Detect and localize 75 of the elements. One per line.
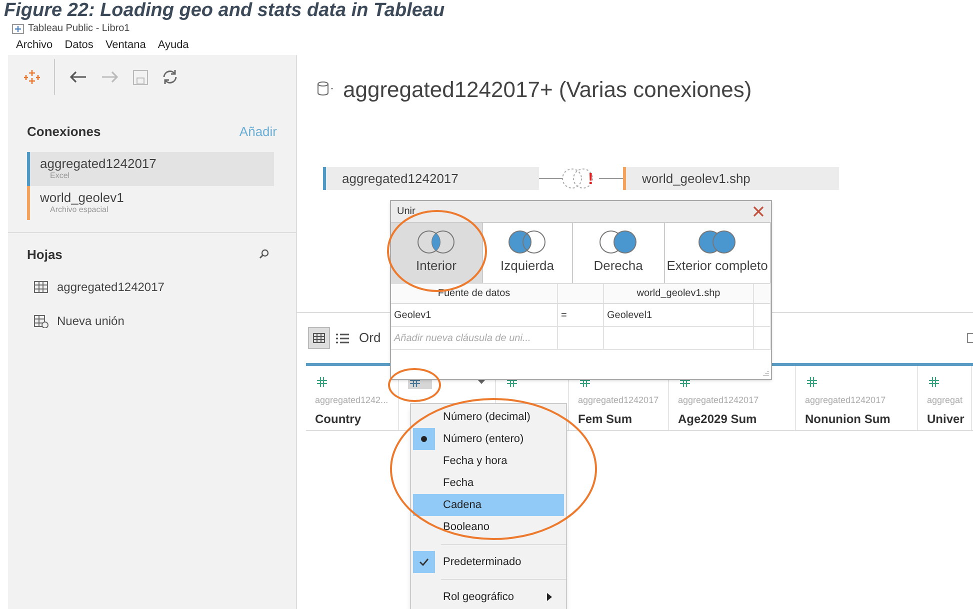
column-name[interactable]: Nonunion Sum <box>805 410 917 428</box>
table-cell-text: Geolev1 <box>394 308 432 322</box>
figure-caption: Figure 22: Loading geo and stats data in Tableau <box>3 0 446 22</box>
column-name[interactable]: Country <box>315 410 398 428</box>
app-icon <box>12 24 24 34</box>
close-icon <box>752 206 764 217</box>
menu-item[interactable]: Número (entero) <box>413 428 564 450</box>
hash-icon <box>317 376 327 386</box>
submenu-arrow-icon <box>547 593 552 601</box>
column-name[interactable]: Age2029 Sum <box>678 410 795 428</box>
join-table[interactable]: aggregated1242017 <box>323 167 539 190</box>
column-header: world_geolev1.shp <box>636 287 720 301</box>
section-heading: Conexiones <box>27 123 101 141</box>
join-table[interactable]: world_geolev1.shp <box>623 167 839 190</box>
menu-item[interactable]: Ayuda <box>158 36 189 54</box>
menu-item[interactable]: Número (decimal) <box>413 406 564 428</box>
sheet-item[interactable]: aggregated1242017 <box>8 270 296 304</box>
data-source-title: aggregated1242017+ (Varias conexiones) <box>343 76 752 104</box>
connection-type: Archivo espacial <box>49 205 110 215</box>
hash-icon <box>807 376 817 386</box>
connection-name: world_geolev1 <box>40 190 125 205</box>
refresh-icon <box>162 69 178 85</box>
list-view-icon <box>336 332 349 344</box>
menu-item[interactable]: Datos <box>64 36 94 54</box>
radio-dot-icon <box>421 436 427 442</box>
save-icon <box>133 70 148 84</box>
table-icon <box>34 280 49 294</box>
join-connector[interactable]: ! <box>539 167 623 190</box>
menu-item[interactable]: Fecha <box>413 472 564 494</box>
grid-icon <box>313 333 325 343</box>
dialog-title: Unir <box>397 205 416 219</box>
venn-icon <box>507 230 548 254</box>
window-title: Tableau Public - Libro1 <box>28 23 130 35</box>
menu-item[interactable]: Cadena <box>413 494 564 516</box>
column-source: aggregat <box>927 394 964 407</box>
column-name[interactable]: Univer <box>927 410 971 428</box>
column-source: aggregated1242... <box>315 394 390 407</box>
column-source: aggregated1242017 <box>678 394 760 407</box>
menu-item[interactable]: Archivo <box>16 36 53 54</box>
connection-item[interactable]: aggregated1242017 Excel <box>27 152 274 186</box>
sheet-item[interactable]: Nueva unión <box>8 304 296 338</box>
menu-item[interactable]: Booleano <box>413 516 564 538</box>
join-type-button[interactable]: Interior <box>391 223 483 283</box>
grid-view-button[interactable] <box>308 327 330 349</box>
connection-item[interactable]: world_geolev1 Archivo espacial <box>27 186 274 220</box>
search-icon <box>259 249 269 260</box>
column-name[interactable]: Fem Sum <box>578 410 668 428</box>
logo-icon <box>24 69 40 85</box>
column-source: aggregated1242017 <box>805 394 887 407</box>
checkmark-icon <box>419 558 429 566</box>
venn-icon <box>598 230 638 254</box>
column-source: aggregated1242017 <box>578 394 660 407</box>
database-icon <box>317 81 335 97</box>
menu-item[interactable]: Rol geográfico <box>413 586 564 608</box>
join-type-button[interactable]: Exterior completo <box>664 223 771 283</box>
menu-item[interactable]: Fecha y hora <box>413 450 564 472</box>
table-cell-text: Geolevel1 <box>607 308 652 322</box>
union-table-icon <box>34 314 49 328</box>
sort-label[interactable]: Ord <box>359 328 381 348</box>
venn-icon <box>416 230 456 254</box>
forward-arrow-icon <box>101 70 119 84</box>
connection-type: Excel <box>49 171 71 181</box>
back-arrow-icon <box>69 70 87 84</box>
menu-item[interactable]: Predeterminado <box>413 551 564 573</box>
venn-icon <box>697 230 738 254</box>
warning-mark: ! <box>588 170 594 190</box>
hash-icon <box>929 376 939 386</box>
table-cell-text: = <box>561 308 567 322</box>
section-heading: Hojas <box>27 246 62 264</box>
close-button[interactable] <box>751 204 765 218</box>
column-header: Fuente de datos <box>438 287 510 301</box>
menu-item[interactable]: Ventana <box>105 36 146 54</box>
resize-grip-icon <box>762 370 769 377</box>
connection-name: aggregated1242017 <box>40 156 158 171</box>
join-venn-icon <box>539 167 623 190</box>
